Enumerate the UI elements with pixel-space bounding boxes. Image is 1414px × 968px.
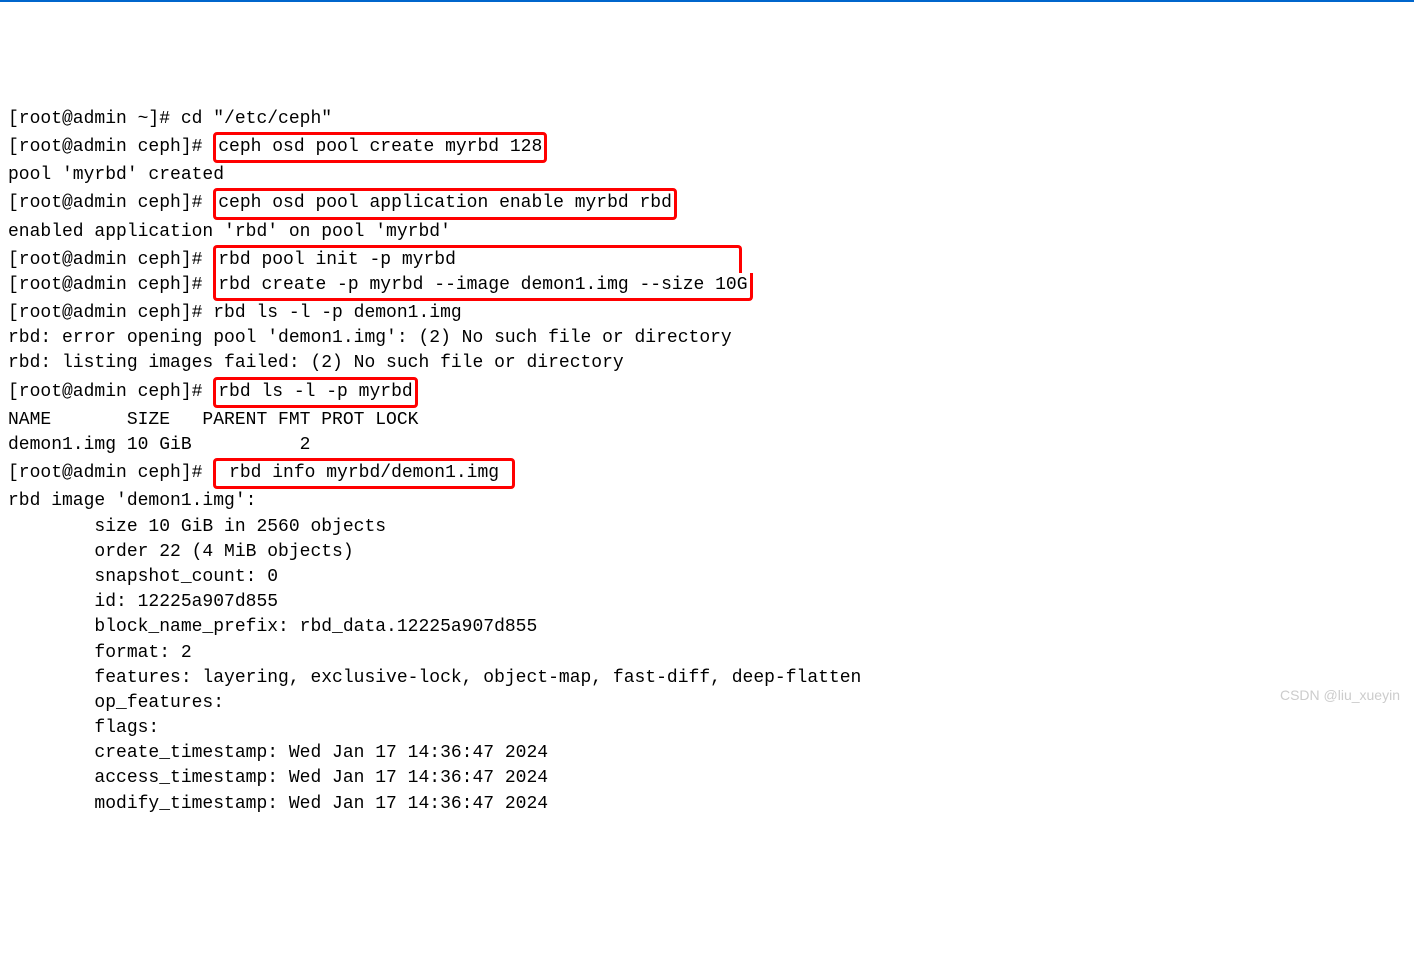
- terminal-text: order 22 (4 MiB objects): [8, 542, 354, 562]
- terminal-text: [root@admin ceph]#: [8, 275, 213, 295]
- highlighted-command: ceph osd pool create myrbd 128: [213, 132, 547, 163]
- terminal-text: modify_timestamp: Wed Jan 17 14:36:47 20…: [8, 794, 548, 814]
- terminal-line: format: 2: [8, 641, 1406, 666]
- terminal-line: access_timestamp: Wed Jan 17 14:36:47 20…: [8, 766, 1406, 791]
- terminal-text: access_timestamp: Wed Jan 17 14:36:47 20…: [8, 768, 548, 788]
- terminal-output: [root@admin ~]# cd "/etc/ceph" [root@admi…: [8, 107, 1406, 817]
- terminal-line: id: 12225a907d855: [8, 590, 1406, 615]
- terminal-line: rbd: listing images failed: (2) No such …: [8, 351, 1406, 376]
- terminal-line: [root@admin ceph]# rbd ls -l -p myrbd: [8, 377, 1406, 408]
- terminal-line: [root@admin ceph]# ceph osd pool applica…: [8, 188, 1406, 219]
- terminal-text: [root@admin ceph]#: [8, 193, 213, 213]
- terminal-text: id: 12225a907d855: [8, 592, 278, 612]
- terminal-text: rbd: error opening pool 'demon1.img': (2…: [8, 328, 732, 348]
- terminal-line: order 22 (4 MiB objects): [8, 540, 1406, 565]
- terminal-text: create_timestamp: Wed Jan 17 14:36:47 20…: [8, 743, 548, 763]
- terminal-line: pool 'myrbd' created: [8, 163, 1406, 188]
- terminal-text: block_name_prefix: rbd_data.12225a907d85…: [8, 617, 537, 637]
- terminal-text: rbd image 'demon1.img':: [8, 491, 256, 511]
- terminal-text: op_features:: [8, 693, 224, 713]
- highlighted-command: rbd create -p myrbd --image demon1.img -…: [213, 273, 752, 301]
- terminal-line: op_features:: [8, 691, 1406, 716]
- terminal-line: [root@admin ceph]# ceph osd pool create …: [8, 132, 1406, 163]
- terminal-text: features: layering, exclusive-lock, obje…: [8, 668, 861, 688]
- terminal-line: [root@admin ~]# cd "/etc/ceph": [8, 107, 1406, 132]
- terminal-line: create_timestamp: Wed Jan 17 14:36:47 20…: [8, 741, 1406, 766]
- terminal-text: pool 'myrbd' created: [8, 165, 224, 185]
- terminal-line: enabled application 'rbd' on pool 'myrbd…: [8, 220, 1406, 245]
- terminal-line: [root@admin ceph]# rbd create -p myrbd -…: [8, 273, 1406, 301]
- terminal-line: NAME SIZE PARENT FMT PROT LOCK: [8, 408, 1406, 433]
- terminal-line: features: layering, exclusive-lock, obje…: [8, 666, 1406, 691]
- terminal-text: [root@admin ceph]#: [8, 463, 213, 483]
- terminal-line: flags:: [8, 716, 1406, 741]
- terminal-text: NAME SIZE PARENT FMT PROT LOCK: [8, 410, 418, 430]
- terminal-line: demon1.img 10 GiB 2: [8, 433, 1406, 458]
- highlighted-command: rbd ls -l -p myrbd: [213, 377, 417, 408]
- terminal-line: modify_timestamp: Wed Jan 17 14:36:47 20…: [8, 792, 1406, 817]
- terminal-text: [root@admin ceph]#: [8, 250, 213, 270]
- terminal-text: flags:: [8, 718, 159, 738]
- highlighted-command: rbd info myrbd/demon1.img: [213, 458, 515, 489]
- terminal-text: [root@admin ceph]#: [8, 137, 213, 157]
- terminal-line: [root@admin ceph]# rbd ls -l -p demon1.i…: [8, 301, 1406, 326]
- terminal-line: block_name_prefix: rbd_data.12225a907d85…: [8, 615, 1406, 640]
- terminal-text: format: 2: [8, 643, 192, 663]
- terminal-text: [root@admin ceph]#: [8, 382, 213, 402]
- terminal-text: rbd: listing images failed: (2) No such …: [8, 353, 624, 373]
- terminal-line: [root@admin ceph]# rbd pool init -p myrb…: [8, 245, 1406, 273]
- terminal-line: snapshot_count: 0: [8, 565, 1406, 590]
- highlighted-command: rbd pool init -p myrbd: [213, 245, 741, 273]
- terminal-line: rbd: error opening pool 'demon1.img': (2…: [8, 326, 1406, 351]
- terminal-line: rbd image 'demon1.img':: [8, 489, 1406, 514]
- terminal-text: [root@admin ~]# cd "/etc/ceph": [8, 109, 332, 129]
- terminal-line: [root@admin ceph]# rbd info myrbd/demon1…: [8, 458, 1406, 489]
- watermark: CSDN @liu_xueyin: [1280, 686, 1400, 706]
- terminal-text: snapshot_count: 0: [8, 567, 278, 587]
- terminal-line: size 10 GiB in 2560 objects: [8, 515, 1406, 540]
- highlighted-command: ceph osd pool application enable myrbd r…: [213, 188, 677, 219]
- terminal-text: size 10 GiB in 2560 objects: [8, 517, 386, 537]
- terminal-text: enabled application 'rbd' on pool 'myrbd…: [8, 222, 451, 242]
- terminal-text: [root@admin ceph]# rbd ls -l -p demon1.i…: [8, 303, 462, 323]
- terminal-text: demon1.img 10 GiB 2: [8, 435, 310, 455]
